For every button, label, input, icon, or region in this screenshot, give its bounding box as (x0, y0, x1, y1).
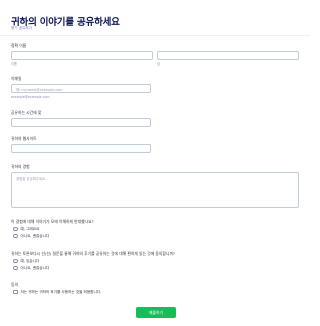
first-name-sublabel: 이름 (11, 62, 17, 66)
date-label: 공유하는 시간에 맞 (11, 110, 42, 115)
consent-label: 동의 (11, 282, 18, 287)
website-input[interactable] (11, 144, 151, 153)
story-textarea[interactable]: 경험을 공유해주세요... (11, 172, 299, 208)
first-name-input[interactable] (11, 51, 153, 60)
question1-option-yes[interactable]: 예, 그래요요 (13, 226, 39, 232)
option-label: 예, 있습니다 (20, 258, 40, 263)
question1-option-no[interactable]: 아니요, 괜찮습니다 (13, 233, 49, 239)
date-input[interactable] (11, 118, 151, 127)
question2-option-yes[interactable]: 예, 있습니다 (13, 258, 39, 264)
radio-button[interactable] (13, 233, 18, 239)
form-header: 귀하의 이야기를 공유하세요 용기 공유하기 (0, 0, 310, 36)
name-label: 정확 이름 (11, 43, 27, 48)
email-input[interactable]: 예: myname@example.com (11, 84, 151, 93)
option-label: 아니요, 괜찮습니다 (20, 265, 50, 270)
option-label: 아니요, 괜찮습니다 (20, 233, 50, 238)
consent-option-label: 저는 귀하는 귀하의 후기를 사용하는 것을 허용합니다. (20, 289, 102, 294)
radio-button[interactable] (13, 258, 18, 264)
question1-label: 이 경험에 대해 이야기가 모에 이해하게 반대했나요? (11, 219, 94, 224)
question2-option-no[interactable]: 아니요, 괜찮습니다 (13, 265, 49, 271)
email-label: 이메일 (11, 76, 22, 81)
story-label: 귀하의 경험 (11, 164, 30, 169)
option-label: 예, 그래요요 (20, 226, 40, 231)
question2-label: 귀하는 토론보다시 선(선) 질문을 통해 귀하의 후기를 공유하는 것에 대해… (11, 251, 175, 256)
last-name-sublabel: 성 (157, 62, 160, 66)
story-placeholder: 경험을 공유해주세요... (16, 177, 49, 181)
consent-option[interactable]: 저는 귀하는 귀하의 후기를 사용하는 것을 허용합니다. (13, 289, 101, 295)
submit-button[interactable]: 제출하기 (136, 307, 176, 318)
checkbox[interactable] (13, 289, 18, 295)
form-subtitle: 용기 공유하기 (11, 26, 32, 30)
website-label: 귀하의 웹사이트 (11, 136, 37, 141)
email-placeholder: 예: myname@example.com (16, 87, 63, 92)
radio-button[interactable] (13, 265, 18, 271)
last-name-input[interactable] (157, 51, 299, 60)
email-sublabel: example@example.com (11, 95, 50, 99)
radio-button[interactable] (13, 226, 18, 232)
